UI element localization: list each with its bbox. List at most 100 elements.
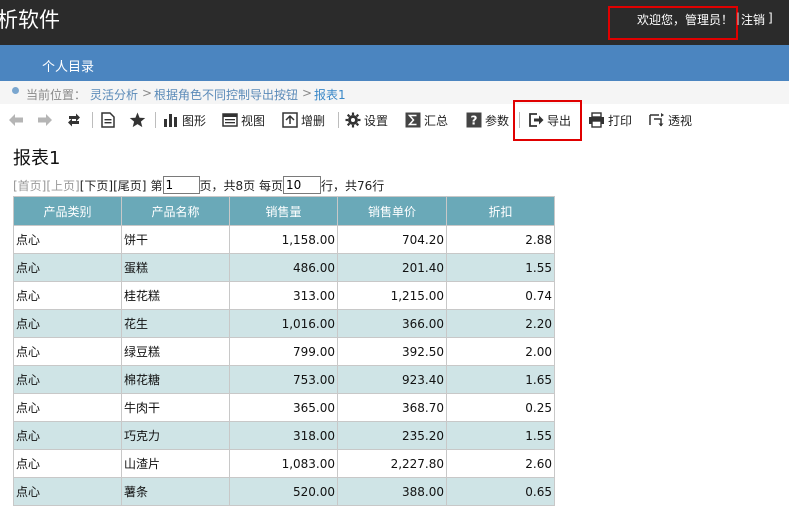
cell-discount: 0.25 (446, 393, 555, 422)
table-row: 点心 薯条 520.00 388.00 0.65 (13, 477, 555, 506)
print-button[interactable]: 打印 (588, 110, 632, 130)
cell-sales-volume: 1,158.00 (229, 225, 338, 254)
cell-discount: 1.55 (446, 421, 555, 450)
view-button[interactable]: 视图 (222, 110, 265, 130)
column-header-discount: 折扣 (446, 196, 555, 226)
view-button-label: 视图 (241, 113, 266, 128)
cell-unit-price: 392.50 (337, 337, 447, 366)
cell-sales-volume: 799.00 (229, 337, 338, 366)
cell-category: 点心 (13, 477, 122, 506)
cell-category: 点心 (13, 337, 122, 366)
question-icon: ? (466, 112, 482, 128)
pivot-button[interactable]: 透视 (649, 110, 692, 130)
cell-discount: 2.88 (446, 225, 555, 254)
cell-sales-volume: 365.00 (229, 393, 338, 422)
pager-last[interactable]: [尾页] (113, 177, 146, 194)
cell-category: 点心 (13, 449, 122, 478)
nav-item-personal-directory[interactable]: 个人目录 (42, 56, 94, 75)
pager-next[interactable]: [下页] (80, 177, 113, 194)
pivot-icon (649, 113, 664, 127)
summary-button[interactable]: 汇总 (405, 110, 448, 130)
cell-sales-volume: 318.00 (229, 421, 338, 450)
cell-category: 点心 (13, 365, 122, 394)
add-delete-button-label: 增删 (301, 113, 326, 128)
cell-product-name: 绿豆糕 (121, 337, 230, 366)
table-header-row: 产品类别 产品名称 销售量 销售单价 折扣 (13, 196, 555, 226)
cell-unit-price: 366.00 (337, 309, 447, 338)
pager-size-suffix: 行，共76行 (320, 178, 385, 193)
breadcrumb-item-role-control[interactable]: 根据角色不同控制导出按钮 (154, 86, 298, 103)
pager-page-suffix: 页，共8页 每页 (199, 178, 283, 193)
page-size-input[interactable] (282, 176, 321, 194)
cell-sales-volume: 753.00 (229, 365, 338, 394)
welcome-message: 欢迎您，管理员！ (637, 13, 734, 27)
cell-category: 点心 (13, 225, 122, 254)
pivot-button-label: 透视 (668, 113, 693, 128)
cell-unit-price: 704.20 (337, 225, 447, 254)
cell-discount: 2.00 (446, 337, 555, 366)
table-row: 点心 桂花糕 313.00 1,215.00 0.74 (13, 281, 555, 310)
logout-link[interactable]: 注销 (741, 11, 765, 28)
column-header-unit-price: 销售单价 (337, 196, 447, 226)
cell-discount: 0.74 (446, 281, 555, 310)
column-header-product-name: 产品名称 (121, 196, 230, 226)
toolbar: 图形 视图 增删 设置 汇总 ? 参数 导出 打印 透视 (0, 104, 789, 134)
table-row: 点心 巧克力 318.00 235.20 1.55 (13, 421, 555, 450)
cell-product-name: 花生 (121, 309, 230, 338)
cell-discount: 1.55 (446, 253, 555, 282)
cell-sales-volume: 313.00 (229, 281, 338, 310)
toolbar-separator (338, 112, 339, 128)
column-header-sales-volume: 销售量 (229, 196, 338, 226)
cell-unit-price: 923.40 (337, 365, 447, 394)
cell-discount: 1.65 (446, 365, 555, 394)
add-delete-button[interactable]: 增删 (282, 110, 325, 130)
breadcrumb-separator: > (302, 86, 313, 100)
refresh-icon[interactable] (65, 111, 83, 129)
cell-sales-volume: 1,016.00 (229, 309, 338, 338)
arrow-right-icon[interactable] (36, 111, 54, 129)
table-row: 点心 山渣片 1,083.00 2,227.80 2.60 (13, 449, 555, 478)
cell-unit-price: 388.00 (337, 477, 447, 506)
cell-sales-volume: 520.00 (229, 477, 338, 506)
gear-icon (345, 112, 361, 128)
cell-product-name: 牛肉干 (121, 393, 230, 422)
export-highlight-box (513, 100, 582, 141)
table-row: 点心 蛋糕 486.00 201.40 1.55 (13, 253, 555, 282)
breadcrumb: 当前位置： 灵活分析 > 根据角色不同控制导出按钮 > 报表1 (0, 81, 789, 104)
header-separator: | (736, 11, 741, 25)
breadcrumb-item-flexible-analysis[interactable]: 灵活分析 (90, 86, 138, 103)
cell-product-name: 棉花糖 (121, 365, 230, 394)
cell-category: 点心 (13, 253, 122, 282)
column-header-category: 产品类别 (13, 196, 122, 226)
cell-product-name: 薯条 (121, 477, 230, 506)
page-number-input[interactable] (162, 176, 200, 194)
arrow-left-icon[interactable] (7, 111, 25, 129)
breadcrumb-item-report1[interactable]: 报表1 (314, 86, 346, 103)
summary-button-label: 汇总 (424, 113, 449, 128)
cell-product-name: 桂花糕 (121, 281, 230, 310)
pager-page-prefix: 第 (150, 178, 163, 193)
cell-product-name: 巧克力 (121, 421, 230, 450)
view-icon (222, 113, 238, 127)
cell-product-name: 蛋糕 (121, 253, 230, 282)
sigma-icon (405, 112, 421, 128)
nav-bar: 个人目录 (0, 45, 789, 81)
svg-text:?: ? (471, 114, 478, 128)
parameters-button[interactable]: ? 参数 (466, 110, 509, 130)
top-header: 析软件 欢迎您，管理员！ | 注销 ] (0, 0, 789, 45)
cell-unit-price: 368.70 (337, 393, 447, 422)
chart-button[interactable]: 图形 (163, 110, 206, 130)
cell-category: 点心 (13, 281, 122, 310)
settings-button[interactable]: 设置 (345, 110, 388, 130)
location-dot-icon (12, 87, 19, 94)
cell-unit-price: 201.40 (337, 253, 447, 282)
star-icon[interactable] (128, 111, 146, 129)
logout-bracket: ] (768, 11, 773, 25)
cell-category: 点心 (13, 393, 122, 422)
toolbar-separator (155, 112, 156, 128)
document-icon[interactable] (99, 111, 117, 129)
cell-sales-volume: 486.00 (229, 253, 338, 282)
report-title: 报表1 (13, 148, 61, 169)
settings-button-label: 设置 (364, 113, 389, 128)
toolbar-separator (92, 112, 93, 128)
